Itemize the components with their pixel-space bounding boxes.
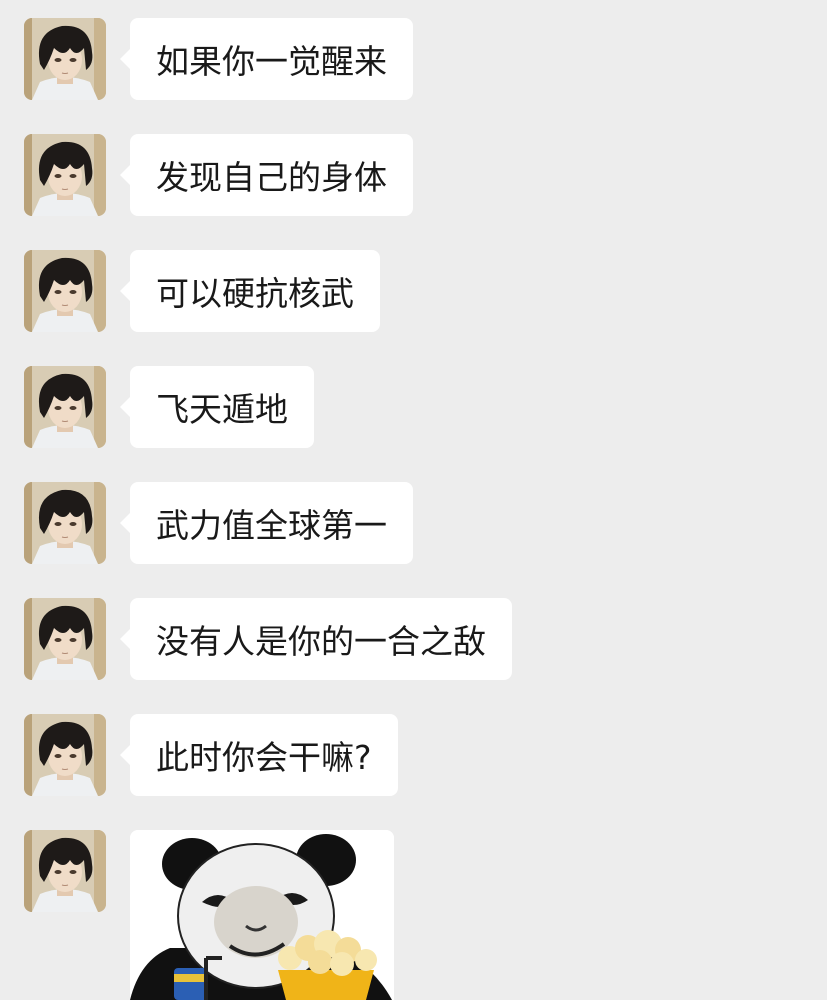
message-bubble[interactable]: 如果你一觉醒来: [120, 18, 413, 100]
message-row: 此时你会干嘛?: [0, 714, 827, 796]
avatar[interactable]: [24, 598, 106, 680]
message-bubble[interactable]: 武力值全球第一: [120, 482, 413, 564]
message-row: 发现自己的身体: [0, 134, 827, 216]
message-bubble[interactable]: 可以硬抗核武: [120, 250, 380, 332]
message-row: 如果你一觉醒来: [0, 18, 827, 100]
avatar[interactable]: [24, 482, 106, 564]
message-bubble[interactable]: 此时你会干嘛?: [120, 714, 398, 796]
avatar[interactable]: [24, 830, 106, 912]
avatar[interactable]: [24, 366, 106, 448]
message-row: 可以硬抗核武: [0, 250, 827, 332]
message-bubble[interactable]: 发现自己的身体: [120, 134, 413, 216]
panda-popcorn-sticker[interactable]: [130, 830, 394, 1000]
message-bubble[interactable]: 飞天遁地: [120, 366, 314, 448]
message-row: 飞天遁地: [0, 366, 827, 448]
message-row: 武力值全球第一: [0, 482, 827, 564]
avatar[interactable]: [24, 250, 106, 332]
message-row: 没有人是你的一合之敌: [0, 598, 827, 680]
message-bubble[interactable]: 没有人是你的一合之敌: [120, 598, 512, 680]
message-row: [0, 830, 827, 1000]
avatar[interactable]: [24, 18, 106, 100]
avatar[interactable]: [24, 714, 106, 796]
avatar[interactable]: [24, 134, 106, 216]
